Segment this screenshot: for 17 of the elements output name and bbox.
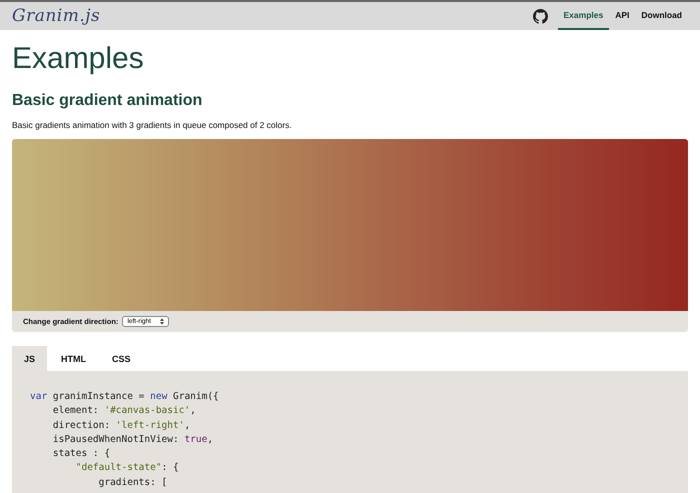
code-tab[interactable]: JS [12, 346, 48, 371]
nav-link[interactable]: Examples [558, 2, 610, 30]
code-line: states : { [52, 447, 110, 462]
code-line: var granimInstance = new Granim({ [30, 390, 219, 404]
up-down-arrows-icon [160, 318, 164, 325]
code-line: "default-state": { [74, 461, 179, 476]
page-title: Examples [12, 41, 145, 77]
section-title: Basic gradient animation [12, 91, 204, 111]
code-line: isPausedWhenNotInView: true, [52, 432, 214, 447]
github-icon[interactable] [532, 8, 548, 24]
code-line: gradients: [ [98, 476, 168, 490]
nav-link[interactable]: API [609, 2, 636, 30]
nav-link[interactable]: Download [635, 2, 688, 30]
section-description: Basic gradients animation with 3 gradients in queue composed of 2 colors. [12, 119, 293, 131]
logo[interactable]: Granim.js [12, 6, 100, 26]
code-line: element: '#canvas-basic', [52, 404, 196, 418]
code-line: direction: 'left-right', [52, 418, 190, 433]
